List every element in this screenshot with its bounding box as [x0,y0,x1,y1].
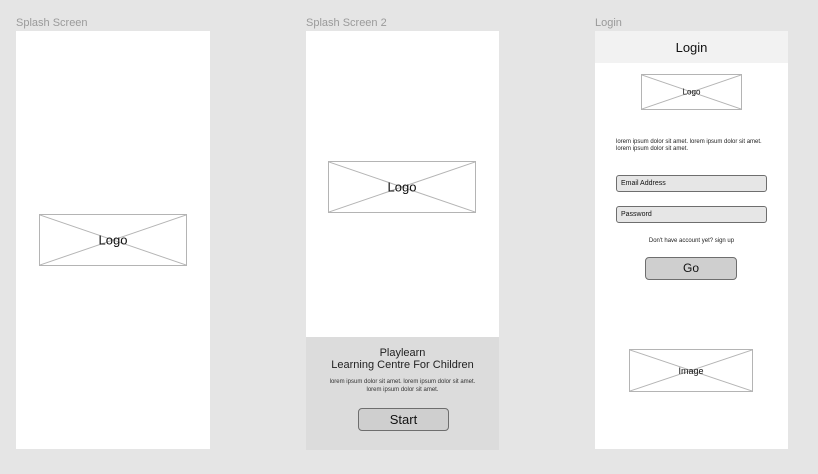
password-field[interactable]: Password [616,206,767,223]
splash-screen-frame: Logo [16,31,210,449]
splash2-description: lorem ipsum dolor sit amet. lorem ipsum … [329,379,476,393]
email-field[interactable]: Email Address [616,175,767,192]
start-button[interactable]: Start [358,408,449,431]
frame-label-login: Login [595,17,622,29]
app-title: Playlearn [379,347,426,359]
splash2-bottom-panel: Playlearn Learning Centre For Children l… [306,337,499,450]
login-image-text: Image [678,365,704,376]
frame-label-splash: Splash Screen [16,17,88,29]
splash2-logo-text: Logo [387,179,417,195]
signup-link[interactable]: Don't have account yet? sign up [595,237,788,245]
login-title: Login [675,40,708,55]
canvas: Splash Screen Logo Splash Screen 2 Logo … [0,0,818,474]
login-description: lorem ipsum dolor sit amet. lorem ipsum … [616,139,762,152]
splash2-logo-placeholder: Logo [328,161,476,213]
frame-label-splash2: Splash Screen 2 [306,17,387,29]
login-logo-text: Logo [682,87,701,97]
splash-logo-text: Logo [98,232,128,248]
login-header: Login [595,31,788,63]
login-logo-placeholder: Logo [641,74,742,110]
splash-screen-2-frame: Logo Playlearn Learning Centre For Child… [306,31,499,450]
splash-logo-placeholder: Logo [39,214,187,266]
login-image-placeholder: Image [629,349,753,392]
login-frame: Login Logo lorem ipsum dolor sit amet. l… [595,31,788,449]
app-subtitle: Learning Centre For Children [331,359,474,371]
go-button[interactable]: Go [645,257,737,280]
